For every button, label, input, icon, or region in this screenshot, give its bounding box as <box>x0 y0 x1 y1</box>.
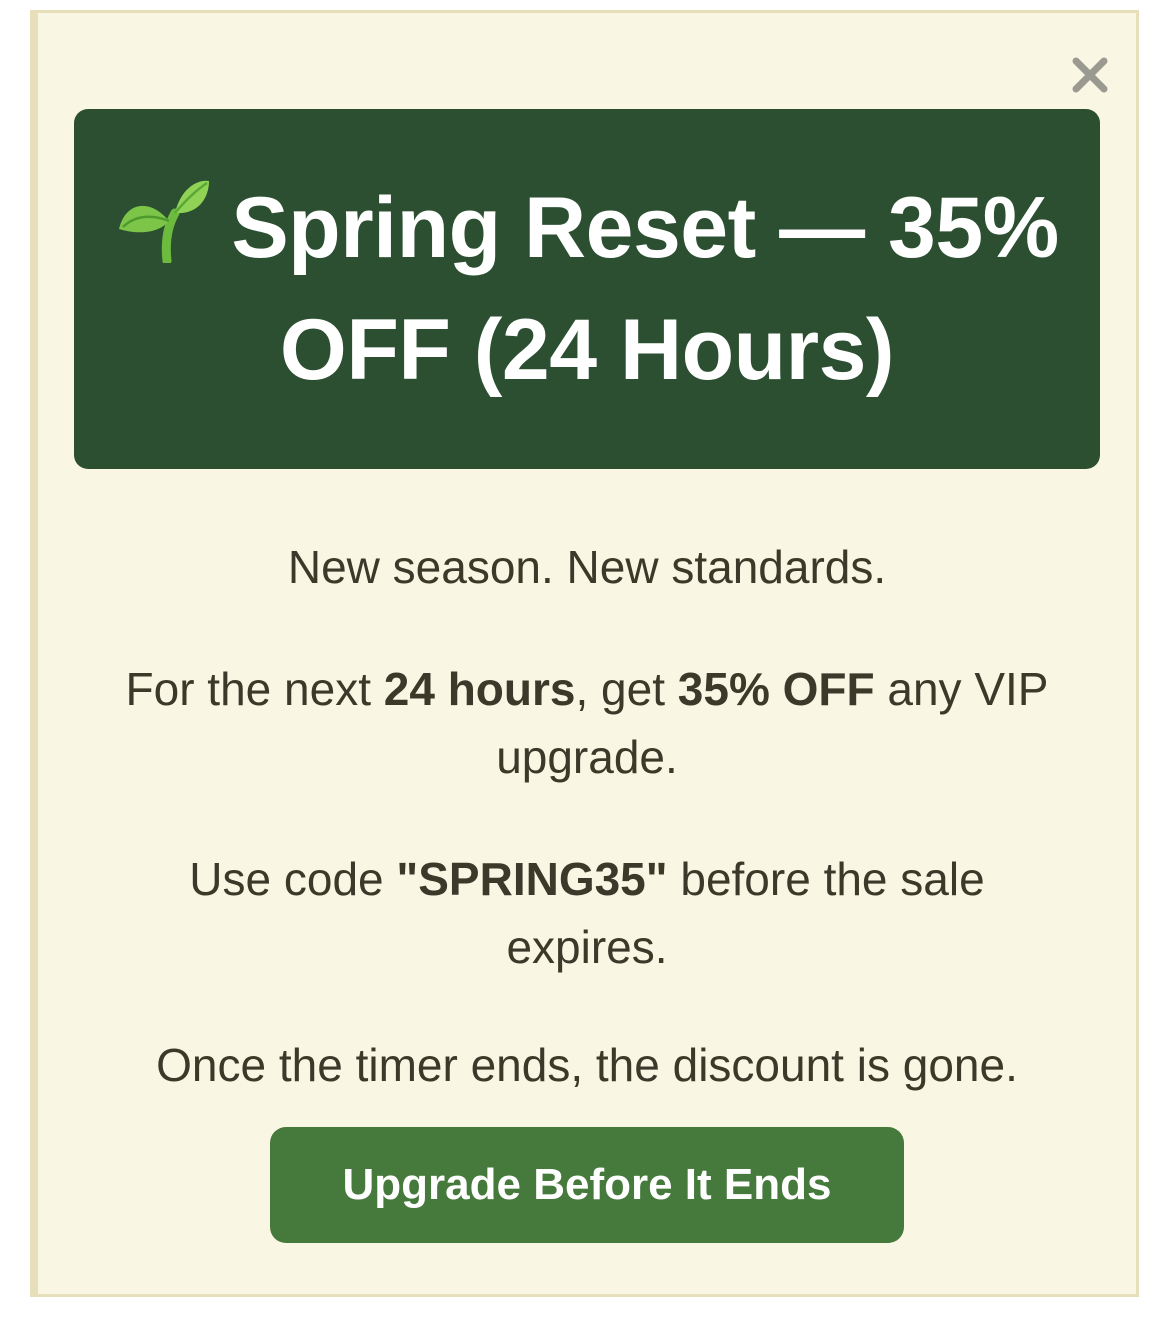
banner-heading: Spring Reset — 35% OFF (24 Hours) <box>87 167 1087 411</box>
offer-middle: , get <box>575 663 678 715</box>
tagline: New season. New standards. <box>287 541 887 593</box>
code-text: Use code "SPRING35" before the sale expi… <box>74 845 1100 981</box>
warning-text: Once the timer ends, the discount is gon… <box>156 1039 1018 1091</box>
close-icon[interactable] <box>1068 53 1112 97</box>
banner-title-text: Spring Reset — 35% OFF (24 Hours) <box>231 180 1059 398</box>
promo-modal: Spring Reset — 35% OFF (24 Hours) New se… <box>30 10 1139 1297</box>
sprout-icon <box>115 173 211 266</box>
promo-code: "SPRING35" <box>396 853 668 905</box>
promo-banner: Spring Reset — 35% OFF (24 Hours) <box>74 109 1100 469</box>
offer-duration: 24 hours <box>383 663 576 715</box>
offer-text: For the next 24 hours, get 35% OFF any V… <box>74 655 1100 791</box>
code-prefix: Use code <box>189 853 397 905</box>
offer-prefix: For the next <box>125 663 384 715</box>
offer-discount: 35% OFF <box>677 663 875 715</box>
upgrade-button[interactable]: Upgrade Before It Ends <box>270 1127 904 1243</box>
